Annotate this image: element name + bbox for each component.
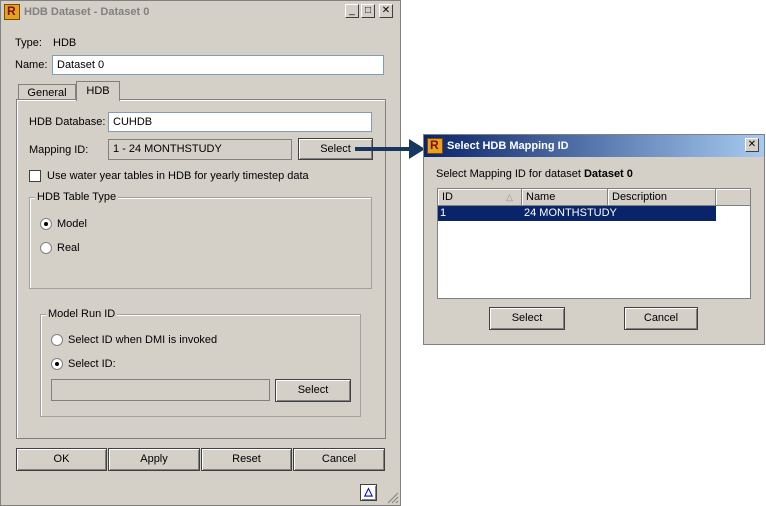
mapping-prompt-text: Select Mapping ID for dataset xyxy=(436,168,581,180)
mapping-id-label: Mapping ID: xyxy=(29,144,89,156)
resize-grip-icon[interactable] xyxy=(386,491,399,504)
hdb-database-label: HDB Database: xyxy=(29,116,106,128)
delta-icon[interactable]: △ xyxy=(360,484,377,501)
real-radio-label: Real xyxy=(57,242,80,254)
column-header-description[interactable]: Description xyxy=(608,189,716,206)
select-when-invoked-radio[interactable] xyxy=(51,334,63,346)
apply-button[interactable]: Apply xyxy=(108,448,200,471)
select-when-invoked-label: Select ID when DMI is invoked xyxy=(68,334,218,346)
mapping-table: ID △ Name Description 1 24 MONTHSTUDY xyxy=(437,188,751,299)
column-header-description-label: Description xyxy=(612,191,668,203)
mapping-select-button-ok[interactable]: Select xyxy=(489,307,565,330)
close-button[interactable]: ✕ xyxy=(379,4,393,18)
water-year-label: Use water year tables in HDB for yearly … xyxy=(47,170,309,182)
select-id-radio[interactable] xyxy=(51,358,63,370)
water-year-checkbox[interactable] xyxy=(29,170,41,182)
mapping-prompt-dataset: Dataset 0 xyxy=(583,168,633,180)
minimize-button[interactable]: _ xyxy=(345,4,359,18)
hdb-table-type-group xyxy=(29,197,372,289)
maximize-button[interactable]: □ xyxy=(361,4,375,18)
select-mapping-dialog: R Select HDB Mapping ID ✕ Select Mapping… xyxy=(423,134,765,345)
select-id-label: Select ID: xyxy=(68,358,116,370)
column-header-name-label: Name xyxy=(526,191,556,203)
mapping-title-bar[interactable]: R Select HDB Mapping ID xyxy=(424,135,764,157)
column-header-id-label: ID xyxy=(442,191,453,203)
connector-arrow-icon xyxy=(355,139,425,159)
name-label: Name: xyxy=(15,59,48,71)
name-input[interactable]: Dataset 0 xyxy=(52,55,384,75)
cancel-button[interactable]: Cancel xyxy=(293,448,385,471)
select-id-field xyxy=(51,379,270,401)
type-label: Type: xyxy=(15,37,42,49)
model-run-id-legend: Model Run ID xyxy=(46,308,118,320)
model-radio-label: Model xyxy=(57,218,87,230)
tab-general-label: General xyxy=(27,87,67,99)
cell-id: 1 xyxy=(440,207,447,219)
title-bar[interactable]: R HDB Dataset - Dataset 0 xyxy=(1,1,400,23)
mapping-prompt: Select Mapping ID for dataset Dataset 0 xyxy=(436,168,633,180)
tab-hdb[interactable]: HDB xyxy=(76,81,120,101)
reset-button[interactable]: Reset xyxy=(201,448,292,471)
sort-ascending-icon: △ xyxy=(506,192,513,202)
mapping-window-title: Select HDB Mapping ID xyxy=(447,140,569,152)
mapping-cancel-button[interactable]: Cancel xyxy=(624,307,698,330)
select-id-button[interactable]: Select xyxy=(275,379,351,402)
app-icon: R xyxy=(4,4,20,20)
column-header-filler xyxy=(716,189,750,206)
cell-name: 24 MONTHSTUDY xyxy=(524,207,617,219)
mapping-close-button[interactable]: ✕ xyxy=(745,138,759,152)
hdb-table-type-legend: HDB Table Type xyxy=(35,191,119,203)
hdb-dataset-dialog: R HDB Dataset - Dataset 0 _ □ ✕ Type: HD… xyxy=(0,0,401,506)
real-radio[interactable] xyxy=(40,242,52,254)
column-header-name[interactable]: Name xyxy=(522,189,608,206)
model-radio[interactable] xyxy=(40,218,52,230)
window-title: HDB Dataset - Dataset 0 xyxy=(24,6,150,18)
mapping-app-icon: R xyxy=(427,138,443,154)
hdb-database-input[interactable]: CUHDB xyxy=(108,112,372,132)
table-row[interactable]: 1 24 MONTHSTUDY xyxy=(438,206,716,221)
type-value: HDB xyxy=(53,37,77,49)
mapping-id-field: 1 - 24 MONTHSTUDY xyxy=(108,139,292,160)
ok-button[interactable]: OK xyxy=(16,448,107,471)
column-header-id[interactable]: ID △ xyxy=(438,189,522,206)
tab-hdb-label: HDB xyxy=(86,85,110,97)
